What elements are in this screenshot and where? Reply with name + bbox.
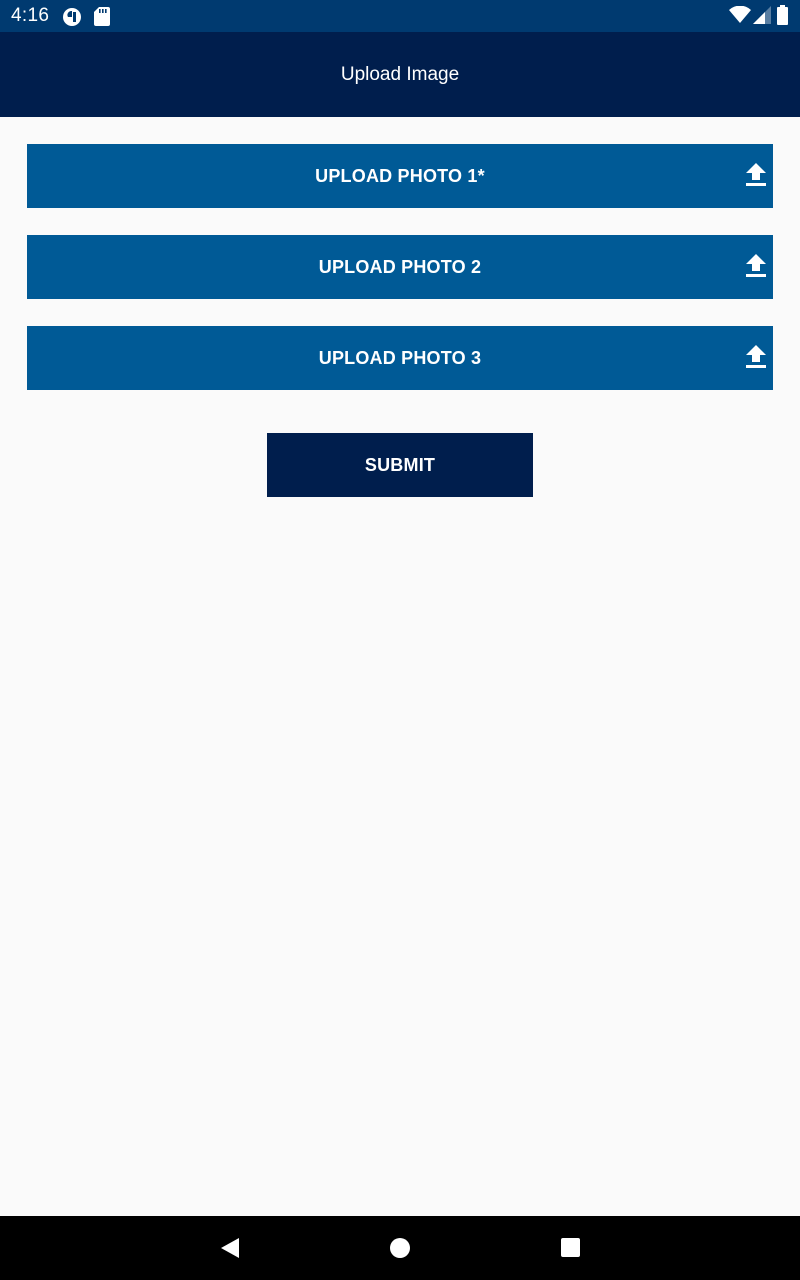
back-icon[interactable] <box>210 1228 250 1268</box>
screen: 4:16 Upload Image UPLOAD PHOTO 1* UPLOAD… <box>0 0 800 1280</box>
battery-icon <box>777 5 788 25</box>
page-title: Upload Image <box>340 64 460 85</box>
submit-label: SUBMIT <box>364 455 436 475</box>
upload-icon <box>746 345 766 368</box>
status-time: 4:16 <box>11 5 50 26</box>
app-bar: Upload Image <box>0 32 800 117</box>
recents-icon[interactable] <box>551 1228 591 1268</box>
upload-photo-1-button[interactable]: UPLOAD PHOTO 1* <box>27 144 773 208</box>
submit-button[interactable]: SUBMIT <box>267 433 533 497</box>
upload-photo-3-label: UPLOAD PHOTO 3 <box>318 348 482 368</box>
upload-photo-2-label: UPLOAD PHOTO 2 <box>318 257 482 277</box>
upload-photo-2-button[interactable]: UPLOAD PHOTO 2 <box>27 235 773 299</box>
upload-photo-1-label: UPLOAD PHOTO 1* <box>315 166 485 186</box>
cellular-signal-icon <box>753 6 771 24</box>
sd-card-icon <box>94 7 110 26</box>
upload-icon <box>746 163 766 186</box>
status-bar: 4:16 <box>0 0 800 32</box>
upload-photo-3-button[interactable]: UPLOAD PHOTO 3 <box>27 326 773 390</box>
upload-icon <box>746 254 766 277</box>
wifi-icon <box>729 6 751 23</box>
sync-notification-icon <box>63 8 81 26</box>
home-icon[interactable] <box>380 1228 420 1268</box>
navigation-bar <box>0 1216 800 1280</box>
